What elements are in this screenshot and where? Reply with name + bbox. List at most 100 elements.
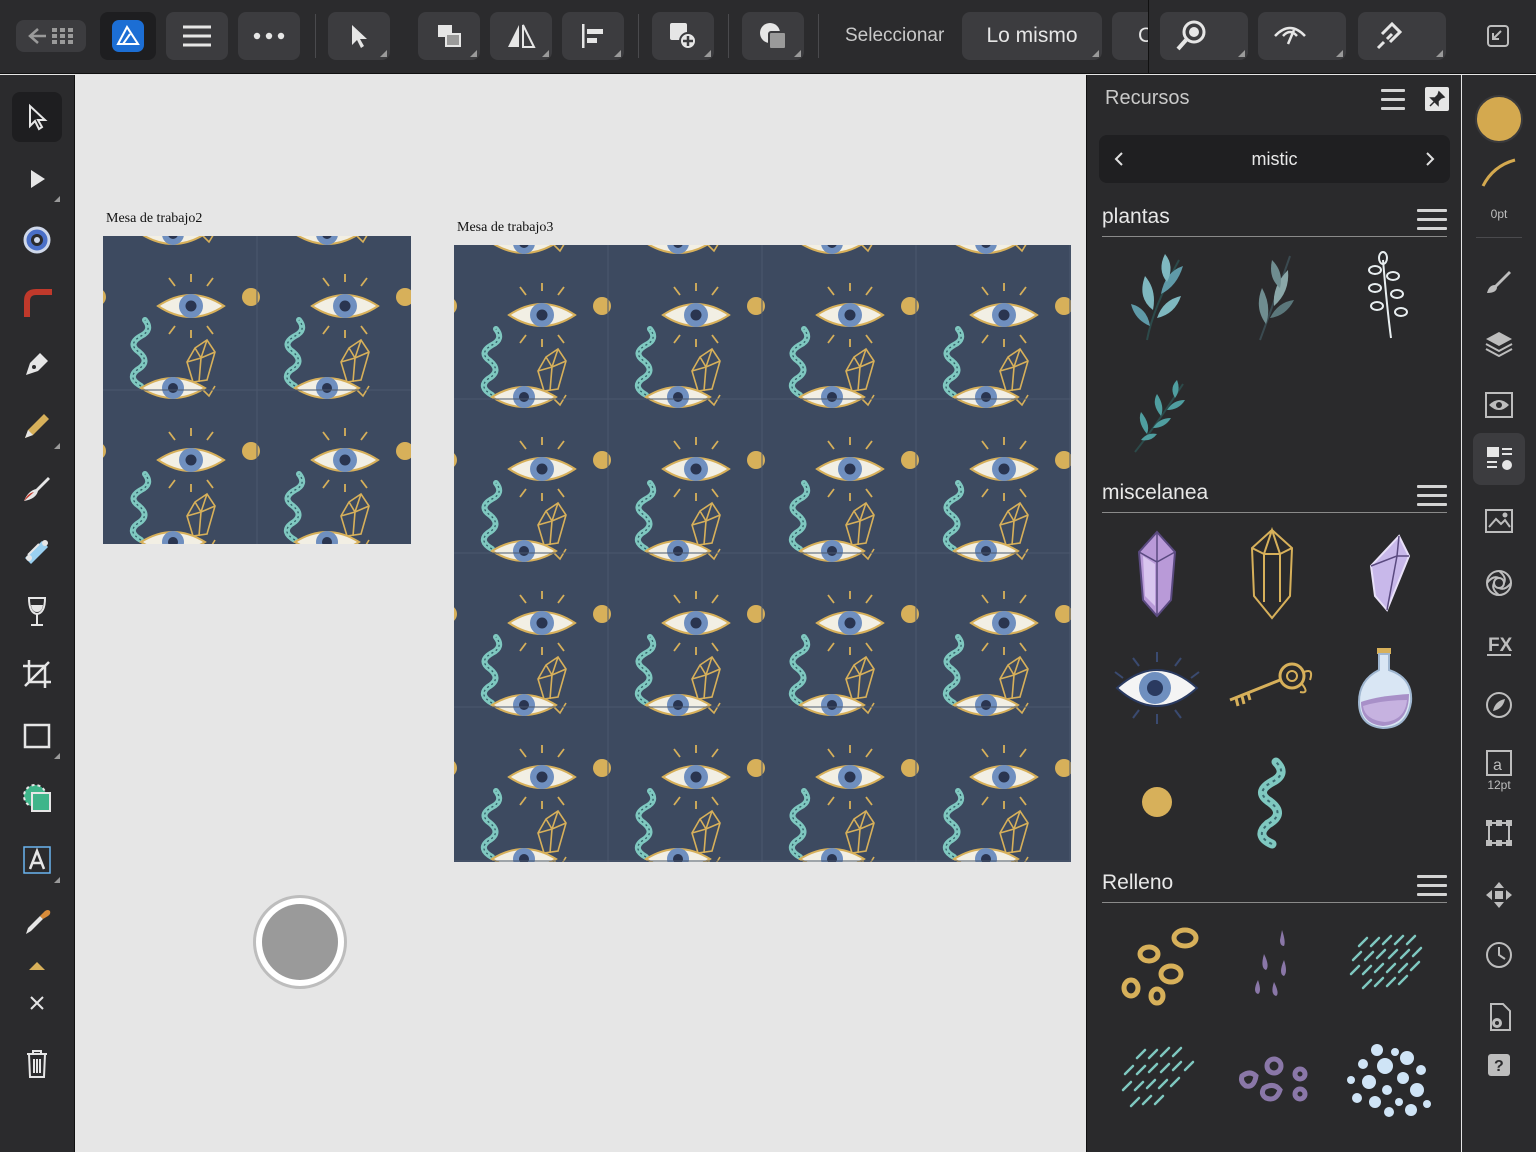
transparency-tool[interactable] xyxy=(12,587,62,637)
transform-box-studio-button[interactable] xyxy=(1473,807,1525,859)
svg-text:a: a xyxy=(1493,757,1502,774)
rectangle-tool[interactable] xyxy=(12,711,62,761)
effects-studio-button[interactable]: FX xyxy=(1473,617,1525,669)
artboard[interactable] xyxy=(103,236,411,544)
pen-tool[interactable] xyxy=(12,339,62,389)
designer-persona-button[interactable] xyxy=(100,12,156,60)
bounding-box-icon xyxy=(1486,820,1512,846)
pointer-arrow-icon xyxy=(352,25,367,48)
category-menu-button[interactable] xyxy=(1417,485,1447,507)
pin-panel-button[interactable] xyxy=(1425,87,1449,111)
leaf-sprig-icon xyxy=(1131,254,1183,341)
asset-lilac-crystal[interactable] xyxy=(1332,519,1442,629)
align-left-icon xyxy=(582,24,603,48)
asset-gold-rings[interactable] xyxy=(1102,909,1212,1019)
record-button[interactable] xyxy=(253,895,347,989)
select-clipped-button[interactable]: C xyxy=(1112,12,1148,60)
color-picker-tool[interactable] xyxy=(12,897,62,947)
artboard[interactable] xyxy=(454,245,1071,862)
artboard-label[interactable]: Mesa de trabajo3 xyxy=(457,220,553,236)
record-button-inner xyxy=(262,904,338,980)
asset-purple-rings[interactable] xyxy=(1217,1023,1327,1133)
fill-tool[interactable] xyxy=(12,525,62,575)
asset-purple-crystal[interactable] xyxy=(1102,519,1212,629)
next-collection-button[interactable] xyxy=(1410,135,1450,183)
brushes-studio-button[interactable] xyxy=(1473,255,1525,307)
layers-studio-button[interactable] xyxy=(1473,317,1525,369)
point-transform-tool[interactable] xyxy=(12,215,62,265)
move-tool[interactable] xyxy=(12,92,62,142)
category-menu-button[interactable] xyxy=(1417,209,1447,231)
insert-add-icon xyxy=(670,23,697,50)
navigator-studio-button[interactable] xyxy=(1473,869,1525,921)
transform-studio-button[interactable] xyxy=(1473,557,1525,609)
asset-potion-bottle[interactable] xyxy=(1332,633,1442,743)
leaf-sprig-icon xyxy=(1258,255,1294,341)
asset-leaf-sprig[interactable] xyxy=(1217,243,1327,353)
asset-gold-key[interactable] xyxy=(1217,633,1327,743)
arrange-button[interactable] xyxy=(418,12,480,60)
previous-collection-button[interactable] xyxy=(1099,135,1139,183)
asset-moon-phases[interactable] xyxy=(1102,747,1212,857)
insert-button[interactable] xyxy=(652,12,714,60)
select-clipped-label: C xyxy=(1138,24,1148,47)
full-screen-button[interactable] xyxy=(1476,12,1520,60)
asset-leaf-sprig[interactable] xyxy=(1102,243,1212,353)
asset-evil-eye[interactable] xyxy=(1102,633,1212,743)
asset-snake[interactable] xyxy=(1217,747,1327,857)
delete-button[interactable] xyxy=(12,1039,62,1089)
category-menu-button[interactable] xyxy=(1417,875,1447,897)
asset-teal-dashes[interactable] xyxy=(1102,1023,1212,1133)
artistic-text-tool[interactable] xyxy=(12,835,62,885)
selection-mode-button[interactable] xyxy=(328,12,390,60)
stroke-curve-icon xyxy=(1481,158,1516,187)
more-tools-button[interactable] xyxy=(12,953,62,977)
panel-menu-button[interactable] xyxy=(1381,89,1405,110)
artboard-label[interactable]: Mesa de trabajo2 xyxy=(106,211,202,227)
fill-color-swatch[interactable] xyxy=(1473,93,1525,145)
place-image-tool[interactable] xyxy=(12,773,62,823)
asset-blue-dots[interactable] xyxy=(1332,1023,1442,1133)
separator xyxy=(1476,237,1522,238)
crop-tool[interactable] xyxy=(12,649,62,699)
stroke-swatch[interactable] xyxy=(1473,153,1525,193)
asset-gold-crystal[interactable] xyxy=(1217,519,1327,629)
stock-studio-button[interactable] xyxy=(1473,495,1525,547)
zoom-button[interactable] xyxy=(1160,12,1248,60)
boolean-operations-button[interactable] xyxy=(742,12,804,60)
history-clock-icon xyxy=(1486,942,1512,968)
category-header[interactable]: miscelanea xyxy=(1102,477,1447,513)
flip-button[interactable] xyxy=(490,12,552,60)
more-options-button[interactable] xyxy=(238,12,300,60)
asset-leaf-sprig[interactable] xyxy=(1332,243,1442,353)
asset-leaf-sprig[interactable] xyxy=(1102,359,1212,469)
corner-tool[interactable] xyxy=(12,277,62,327)
select-same-button[interactable]: Lo mismo xyxy=(962,12,1102,60)
history-studio-button[interactable] xyxy=(1473,929,1525,981)
asset-purple-drops[interactable] xyxy=(1217,909,1327,1019)
back-to-documents-button[interactable] xyxy=(16,20,86,52)
category-header[interactable]: Relleno xyxy=(1102,867,1447,903)
document-settings-button[interactable] xyxy=(1473,991,1525,1043)
asset-teal-dashes[interactable] xyxy=(1332,909,1442,1019)
teal-dashes-icon xyxy=(1121,1046,1195,1108)
close-tool-button[interactable] xyxy=(12,978,62,1028)
rectangle-icon xyxy=(23,723,51,749)
view-mode-button[interactable] xyxy=(1258,12,1346,60)
help-button[interactable]: ? xyxy=(1473,1039,1525,1091)
appearance-studio-button[interactable] xyxy=(1473,379,1525,431)
node-tool[interactable] xyxy=(12,154,62,204)
pencil-tool[interactable] xyxy=(12,401,62,451)
color-studio-button[interactable] xyxy=(1473,679,1525,731)
snapping-button[interactable] xyxy=(1358,12,1446,60)
text-icon xyxy=(23,846,51,874)
assets-studio-button[interactable] xyxy=(1473,433,1525,485)
align-button[interactable] xyxy=(562,12,624,60)
crop-icon xyxy=(23,660,51,688)
vector-brush-tool[interactable] xyxy=(12,463,62,513)
assets-panel: Recursos mistic plantas miscelanea Relle… xyxy=(1086,75,1461,1152)
document-menu-button[interactable] xyxy=(166,12,228,60)
affinity-designer-icon xyxy=(112,20,144,52)
canvas[interactable]: Mesa de trabajo2 Mesa de trabajo3 xyxy=(76,75,1085,1152)
category-header[interactable]: plantas xyxy=(1102,201,1447,237)
